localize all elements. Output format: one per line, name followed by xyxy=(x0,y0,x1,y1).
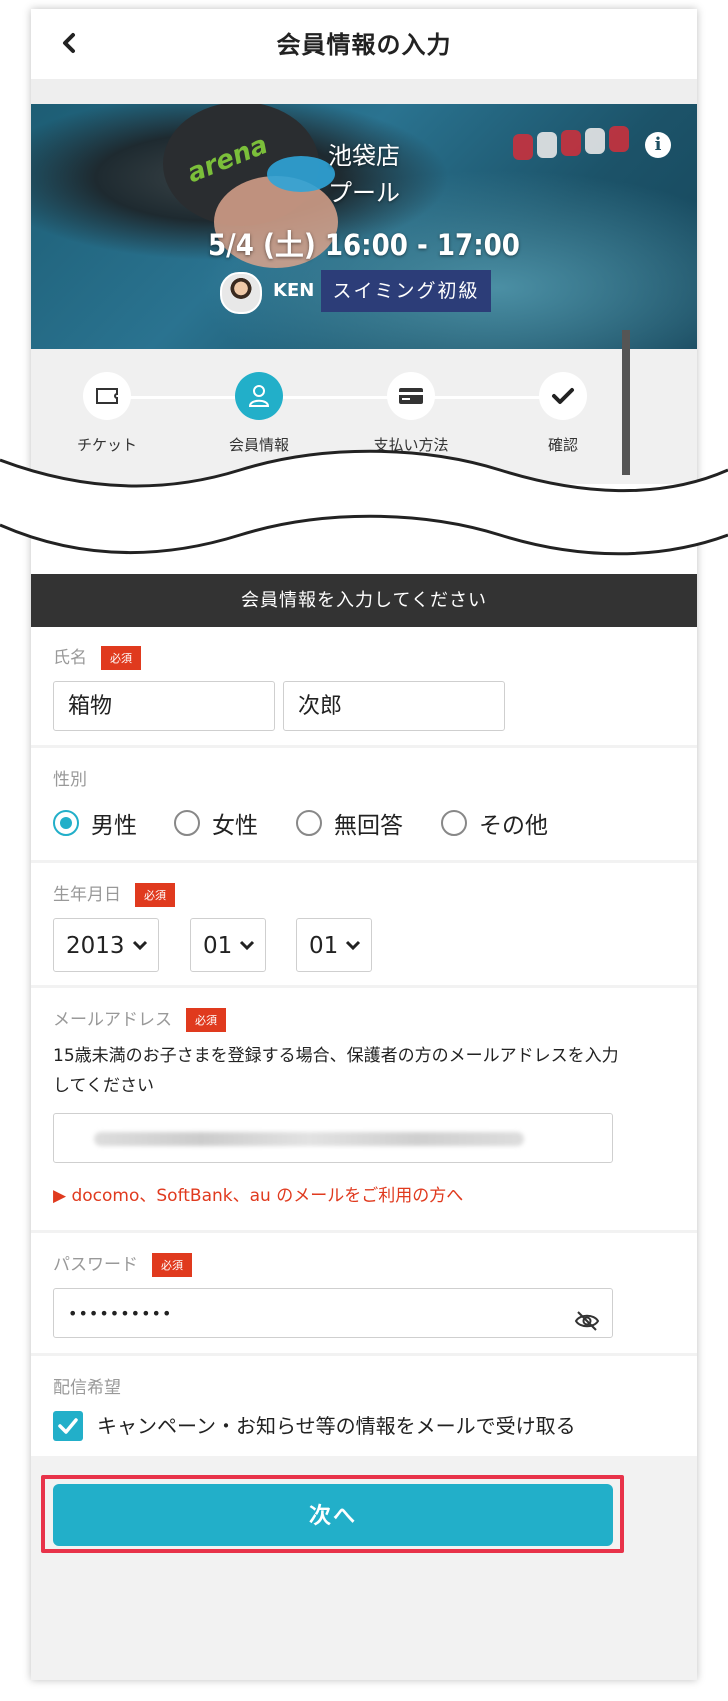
user-icon xyxy=(235,372,283,420)
birth-month-select[interactable]: 01 xyxy=(190,918,266,972)
field-label: 生年月日 xyxy=(53,885,121,905)
newsletter-checkbox-label[interactable]: キャンペーン・お知らせ等の情報をメールで受け取る xyxy=(97,1411,576,1441)
chevron-down-icon xyxy=(345,919,361,973)
name-label: 氏名 必須 xyxy=(53,643,141,670)
radio-label: 無回答 xyxy=(334,813,403,839)
select-value: 01 xyxy=(309,933,339,959)
lesson-datetime: 5/4 (土) 16:00 - 17:00 xyxy=(208,228,520,262)
password-input[interactable]: •••••••••• xyxy=(53,1288,613,1338)
radio-selected[interactable] xyxy=(53,810,79,836)
gender-radio-no-answer[interactable]: 無回答 xyxy=(296,806,403,840)
required-badge: 必須 xyxy=(101,646,141,670)
birthday-section: 生年月日 必須 2013 01 01 xyxy=(31,863,697,985)
radio-unselected[interactable] xyxy=(441,810,467,836)
trainer-name: KEN xyxy=(273,280,315,301)
class-tag: スイミング初級 xyxy=(321,270,491,312)
newsletter-section: 配信希望 キャンペーン・お知らせ等の情報をメールで受け取る xyxy=(31,1356,697,1456)
lesson-hero: arena 池袋店 プール 5/4 (土) 16:00 - 17:00 i KE… xyxy=(31,104,697,349)
radio-unselected[interactable] xyxy=(296,810,322,836)
required-badge: 必須 xyxy=(135,883,175,907)
radio-label: 女性 xyxy=(212,813,258,839)
radio-unselected[interactable] xyxy=(174,810,200,836)
gender-radio-female[interactable]: 女性 xyxy=(174,806,258,840)
room-name: プール xyxy=(328,179,400,207)
radio-label: 男性 xyxy=(91,813,137,839)
carrier-mail-link[interactable]: ▶ docomo、SoftBank、au のメールをご利用の方へ xyxy=(53,1181,463,1206)
email-section: メールアドレス 必須 15歳未満のお子さまを登録する場合、保護者の方のメールアドレ… xyxy=(31,988,697,1230)
birth-day-select[interactable]: 01 xyxy=(296,918,372,972)
gender-label: 性別 xyxy=(53,770,87,790)
check-icon xyxy=(539,372,587,420)
select-value: 01 xyxy=(203,933,233,959)
field-label: パスワード xyxy=(53,1255,138,1275)
eye-off-icon[interactable] xyxy=(574,1302,600,1352)
blurred-email xyxy=(94,1132,524,1146)
gender-section: 性別 男性 女性 無回答 その他 xyxy=(31,748,697,860)
store-name: 池袋店 xyxy=(328,142,400,170)
last-name-input[interactable]: 箱物 xyxy=(53,681,275,731)
required-badge: 必須 xyxy=(152,1253,192,1277)
email-note: 15歳未満のお子さまを登録する場合、保護者の方のメールアドレスを入力してください xyxy=(53,1046,619,1096)
phone-frame: 会員情報の入力 arena 池袋店 プール 5/4 (土) 16:00 - 17… xyxy=(31,9,697,1680)
newsletter-checkbox[interactable] xyxy=(53,1411,83,1441)
avatar xyxy=(220,272,262,314)
password-label: パスワード 必須 xyxy=(53,1250,192,1277)
check-icon xyxy=(58,1418,78,1434)
steps-connector xyxy=(109,396,563,399)
email-input[interactable] xyxy=(53,1113,613,1163)
form-banner: 会員情報を入力してください xyxy=(31,574,697,627)
birthday-label: 生年月日 必須 xyxy=(53,880,175,907)
chevron-down-icon xyxy=(132,919,148,973)
header-spacer xyxy=(31,79,697,104)
gender-radio-other[interactable]: その他 xyxy=(441,806,548,840)
next-button[interactable]: 次へ xyxy=(53,1484,613,1546)
page-title: 会員情報の入力 xyxy=(276,31,452,59)
ticket-icon xyxy=(83,372,131,420)
info-icon[interactable]: i xyxy=(645,132,671,158)
required-badge: 必須 xyxy=(186,1008,226,1032)
password-value: •••••••••• xyxy=(68,1304,173,1323)
radio-label: その他 xyxy=(479,813,548,839)
field-label: メールアドレス xyxy=(53,1010,172,1030)
email-label: メールアドレス 必須 xyxy=(53,1005,226,1032)
credit-card-icon xyxy=(387,372,435,420)
wave-break xyxy=(0,449,728,556)
app-header: 会員情報の入力 xyxy=(31,9,697,80)
newsletter-label: 配信希望 xyxy=(53,1378,121,1398)
password-section: パスワード 必須 •••••••••• xyxy=(31,1233,697,1353)
gender-radio-male[interactable]: 男性 xyxy=(53,806,137,840)
first-name-input[interactable]: 次郎 xyxy=(283,681,505,731)
birth-year-select[interactable]: 2013 xyxy=(53,918,159,972)
field-label: 氏名 xyxy=(53,648,87,668)
name-section: 氏名 必須 箱物 次郎 xyxy=(31,627,697,745)
chevron-down-icon xyxy=(239,919,255,973)
gender-options: 男性 女性 無回答 その他 xyxy=(31,806,651,840)
select-value: 2013 xyxy=(66,933,125,959)
